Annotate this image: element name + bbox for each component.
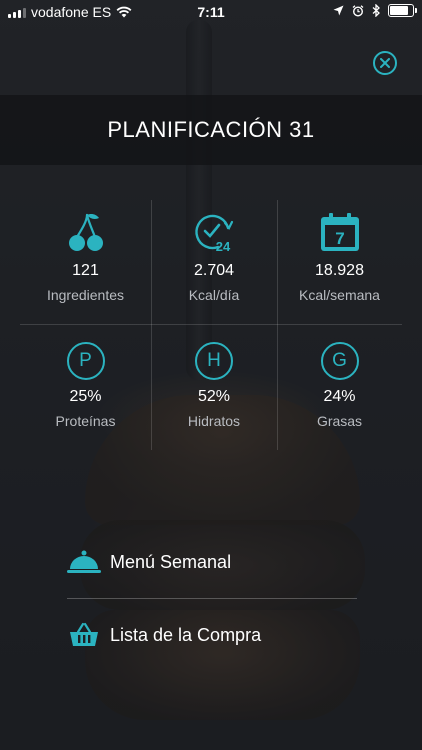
menu-divider bbox=[67, 598, 357, 599]
close-button[interactable] bbox=[373, 51, 397, 75]
stat-carbs: H 52% Hidratos bbox=[151, 324, 277, 450]
calendar-7-icon: 7 bbox=[318, 210, 362, 254]
stat-label: Ingredientes bbox=[46, 287, 125, 303]
location-arrow-icon bbox=[333, 5, 344, 16]
stat-label: Proteínas bbox=[55, 413, 116, 429]
close-icon bbox=[380, 58, 390, 68]
battery-fill bbox=[390, 6, 408, 15]
menu-item-weekly-menu[interactable]: Menú Semanal bbox=[67, 530, 357, 594]
status-bar: vodafone ES 7:11 bbox=[0, 0, 422, 24]
stats-grid: 121 Ingredientes 24 2.704 Kcal/día 7 18.… bbox=[20, 200, 402, 450]
stat-ingredients: 121 Ingredientes bbox=[20, 200, 151, 324]
clock-badge-number: 24 bbox=[216, 239, 231, 254]
menu-item-label: Menú Semanal bbox=[110, 551, 232, 572]
clock-24-icon: 24 bbox=[192, 210, 236, 254]
menu-item-label: Lista de la Compra bbox=[110, 624, 262, 645]
carbs-h-icon: H bbox=[195, 342, 233, 380]
alarm-icon bbox=[352, 4, 364, 17]
stat-label: Kcal/día bbox=[188, 287, 240, 303]
stat-value: 24% bbox=[323, 388, 356, 405]
status-right bbox=[333, 4, 417, 17]
menu-item-shopping-list[interactable]: Lista de la Compra bbox=[67, 603, 357, 667]
battery-icon bbox=[388, 4, 417, 17]
stat-kcal-week: 7 18.928 Kcal/semana bbox=[277, 200, 402, 324]
cherries-icon bbox=[64, 210, 108, 254]
calendar-day-number: 7 bbox=[335, 229, 344, 248]
basket-icon bbox=[67, 621, 101, 649]
stat-label: Kcal/semana bbox=[299, 287, 380, 303]
cloche-icon bbox=[67, 548, 101, 576]
protein-p-icon: P bbox=[66, 342, 105, 380]
title-band: PLANIFICACIÓN 31 bbox=[0, 95, 422, 165]
stat-value: 18.928 bbox=[315, 262, 364, 279]
stat-fats: G 24% Grasas bbox=[277, 324, 402, 450]
fat-g-icon: G bbox=[320, 342, 359, 380]
stat-value: 25% bbox=[69, 388, 102, 405]
stat-proteins: P 25% Proteínas bbox=[20, 324, 151, 450]
menu-list: Menú Semanal Lista de la Compra bbox=[67, 530, 357, 667]
page-title: PLANIFICACIÓN 31 bbox=[107, 117, 315, 142]
stat-value: 2.704 bbox=[193, 262, 235, 279]
stat-value: 121 bbox=[72, 262, 99, 279]
stat-value: 52% bbox=[197, 388, 231, 405]
bluetooth-icon bbox=[372, 4, 380, 17]
stat-kcal-day: 24 2.704 Kcal/día bbox=[151, 200, 277, 324]
stat-label: Hidratos bbox=[187, 413, 241, 429]
stat-label: Grasas bbox=[316, 413, 363, 429]
